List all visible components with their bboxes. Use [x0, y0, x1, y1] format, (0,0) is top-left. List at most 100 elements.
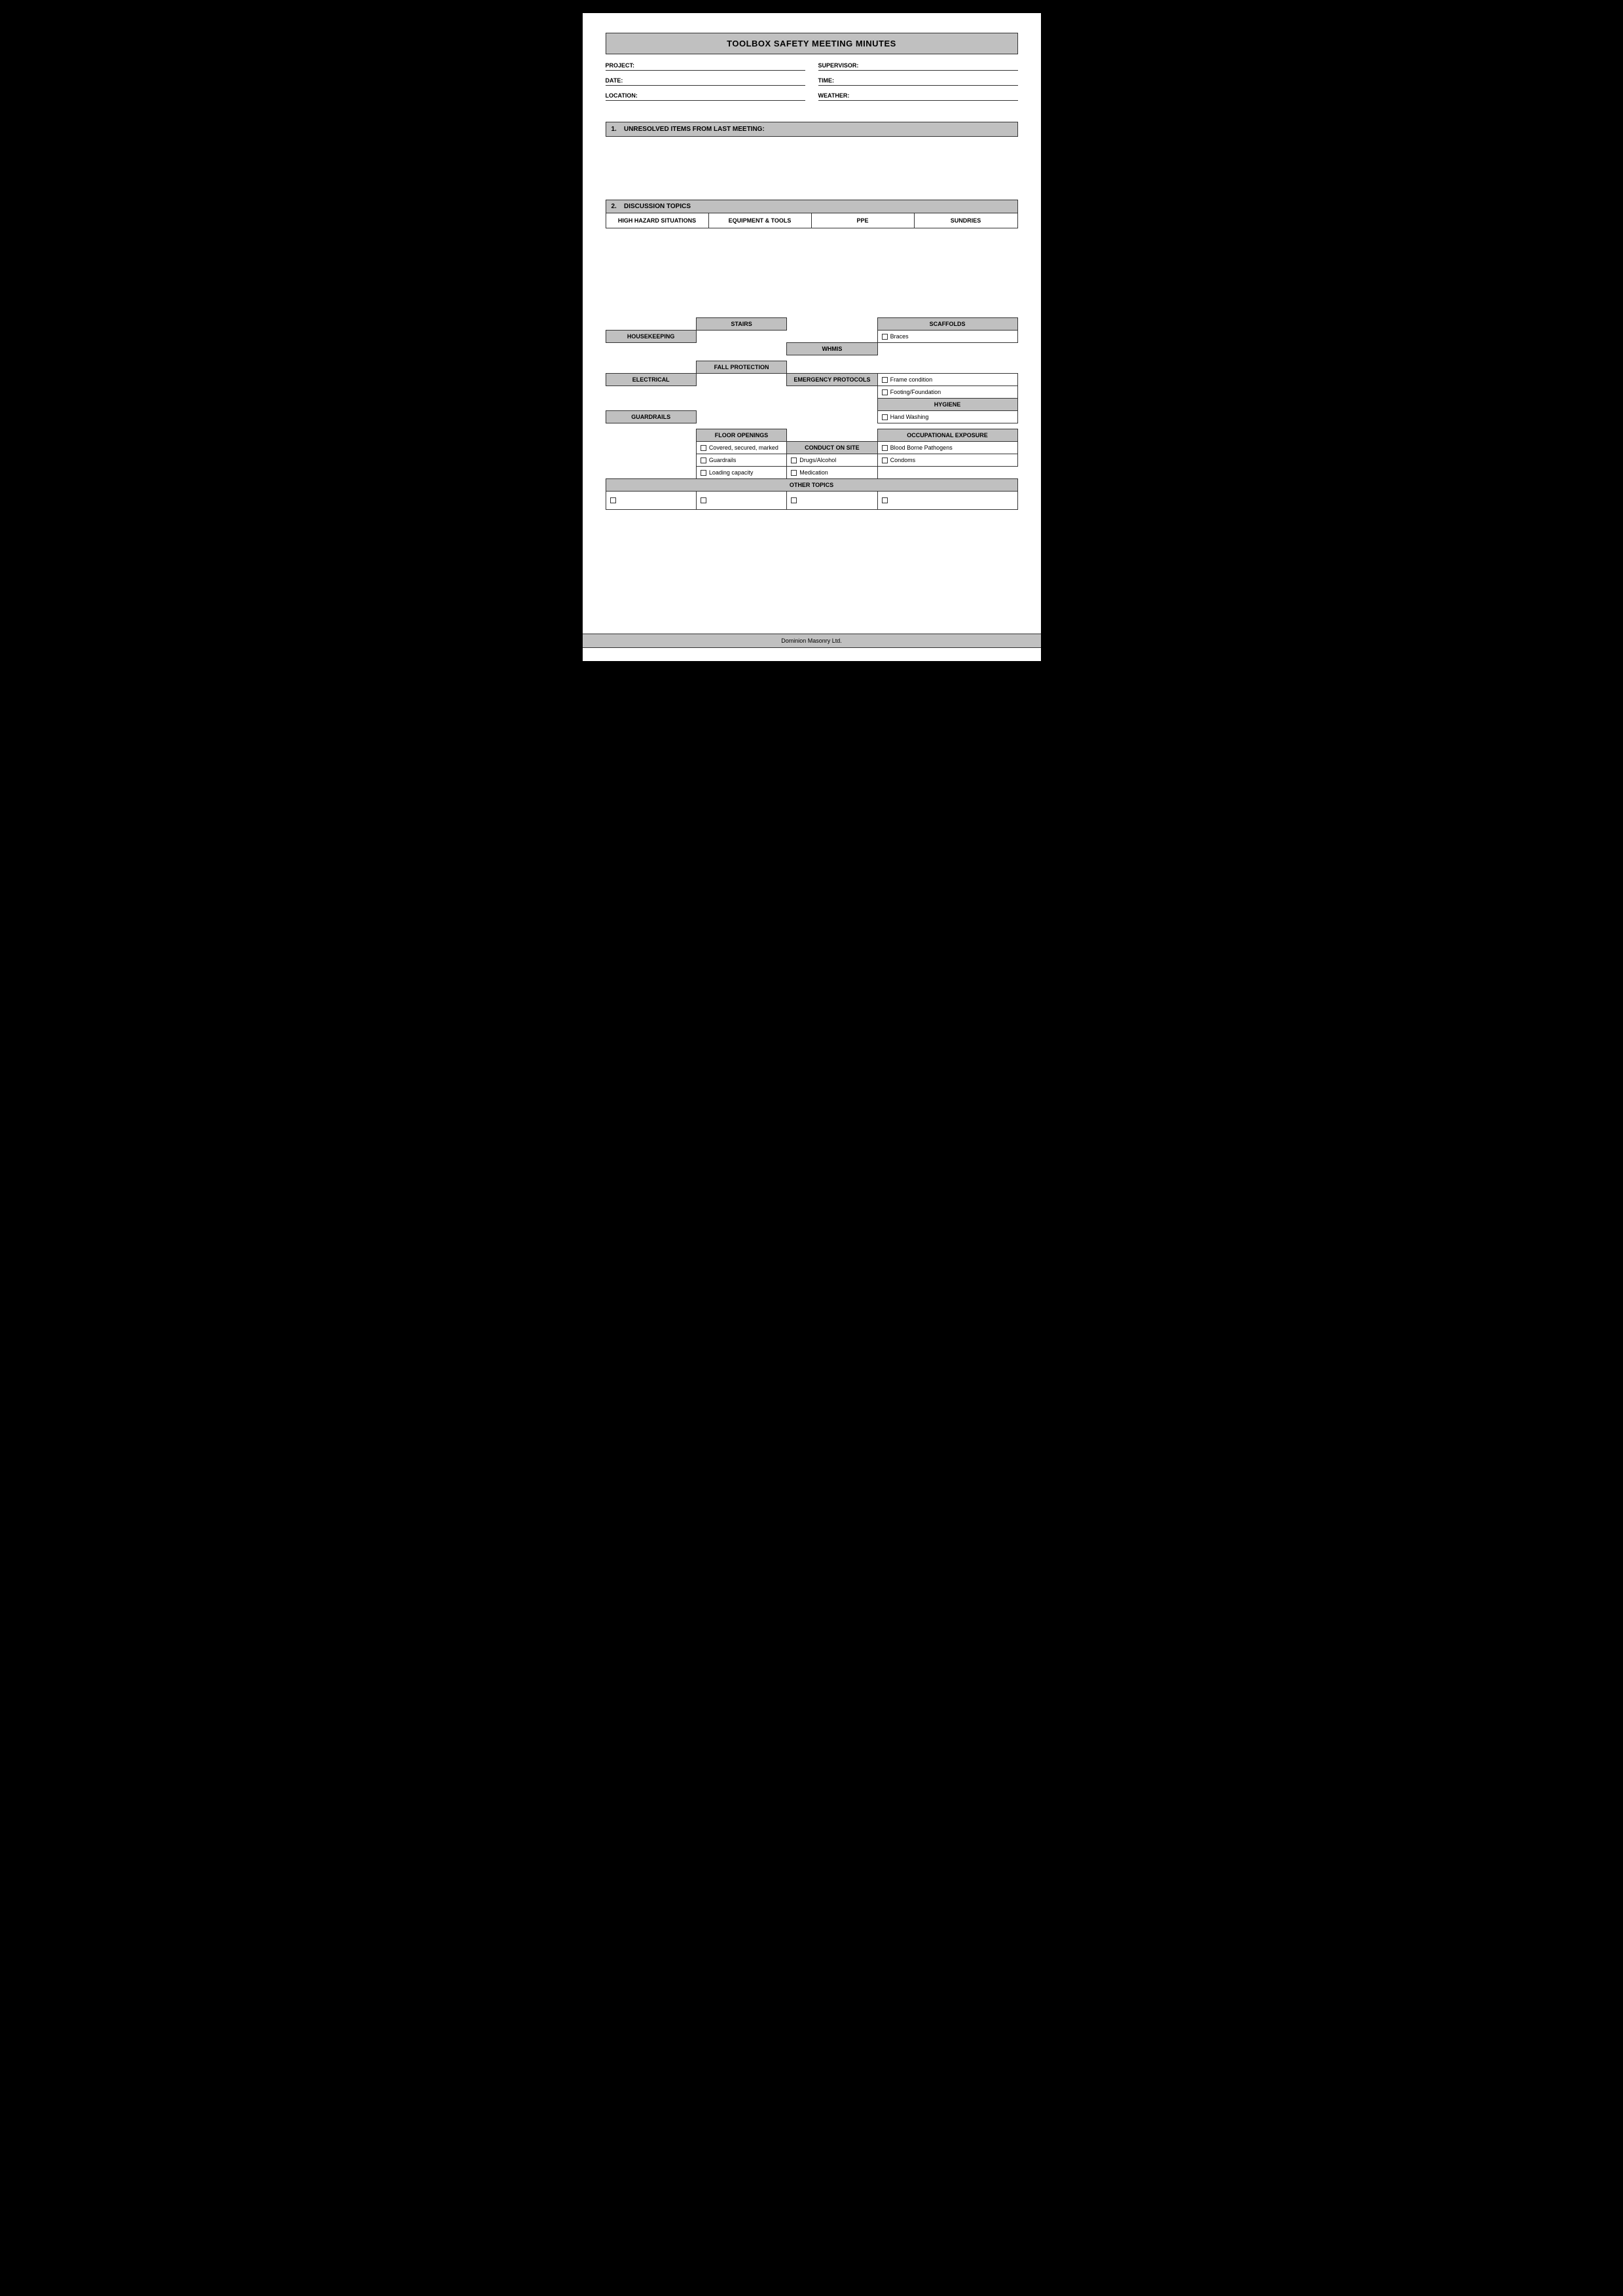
page: TOOLBOX SAFETY MEETING MINUTES PROJECT: … — [583, 13, 1041, 661]
unresolved-number: 1. — [611, 126, 617, 133]
other-2-item — [701, 497, 782, 503]
frame-condition-cell: Frame condition — [877, 374, 1017, 386]
unresolved-section-header: 1. UNRESOLVED ITEMS FROM LAST MEETING: — [606, 122, 1018, 137]
empty-cell-r4c4 — [877, 361, 1017, 374]
time-field: TIME: — [818, 76, 1018, 86]
medication-cell: Medication — [787, 467, 877, 479]
empty-cell-r3c2 — [696, 343, 786, 355]
header-fields: PROJECT: SUPERVISOR: DATE: TIME: LOCATIO… — [606, 61, 1018, 103]
empty-cell-r6c2 — [696, 386, 786, 399]
spacer-row-1 — [606, 355, 1017, 361]
conduct-header: CONDUCT ON SITE — [787, 442, 877, 454]
other-4-checkbox[interactable] — [882, 497, 888, 503]
hand-washing-cell: Hand Washing — [877, 411, 1017, 423]
discussion-col-3: PPE — [812, 213, 915, 228]
other-4-cell — [877, 492, 1017, 510]
footing-cell: Footing/Foundation — [877, 386, 1017, 399]
stairs-header: STAIRS — [696, 318, 786, 331]
empty-cell-r10c1 — [606, 442, 696, 454]
supervisor-label: SUPERVISOR: — [818, 62, 859, 69]
supervisor-field: SUPERVISOR: — [818, 61, 1018, 71]
other-2-checkbox[interactable] — [701, 497, 706, 503]
emergency-header: EMERGENCY PROTOCOLS — [787, 374, 877, 386]
condoms-item: Condoms — [882, 457, 1013, 463]
location-value — [640, 91, 805, 99]
drugs-checkbox[interactable] — [791, 457, 797, 463]
empty-cell-r7c1 — [606, 399, 696, 411]
other-3-cell — [787, 492, 877, 510]
condoms-cell: Condoms — [877, 454, 1017, 467]
time-label: TIME: — [818, 77, 835, 84]
frame-condition-checkbox[interactable] — [882, 377, 888, 383]
medication-checkbox[interactable] — [791, 470, 797, 476]
empty-cell-r8c2 — [696, 411, 786, 423]
drugs-cell: Drugs/Alcohol — [787, 454, 877, 467]
guardrails-item-checkbox[interactable] — [701, 457, 706, 463]
covered-item: Covered, secured, marked — [701, 444, 782, 451]
braces-label: Braces — [890, 333, 909, 340]
other-3-checkbox[interactable] — [791, 497, 797, 503]
scaffolds-header: SCAFFOLDS — [877, 318, 1017, 331]
medication-item: Medication — [791, 469, 873, 476]
guardrails-header: GUARDRAILS — [606, 411, 696, 423]
empty-cell-r12c1 — [606, 467, 696, 479]
drugs-label: Drugs/Alcohol — [799, 457, 836, 463]
main-grid-table: STAIRS SCAFFOLDS HOUSEKEEPING Braces — [606, 317, 1018, 510]
discussion-section: 2. DISCUSSION TOPICS HIGH HAZARD SITUATI… — [606, 200, 1018, 228]
unresolved-title: UNRESOLVED ITEMS FROM LAST MEETING: — [624, 126, 765, 133]
other-1-item — [610, 497, 692, 503]
blood-borne-label: Blood Borne Pathogens — [890, 444, 953, 451]
other-topics-header: OTHER TOPICS — [606, 479, 1017, 492]
footing-checkbox[interactable] — [882, 389, 888, 395]
loading-checkbox[interactable] — [701, 470, 706, 476]
footer-text: Dominion Masonry Ltd. — [781, 637, 842, 644]
other-4-item — [882, 497, 1013, 503]
footer-bar: Dominion Masonry Ltd. — [583, 634, 1041, 648]
empty-cell-r4c1 — [606, 361, 696, 374]
empty-cell-r9c1 — [606, 429, 696, 442]
occupational-header: OCCUPATIONAL EXPOSURE — [877, 429, 1017, 442]
drugs-item: Drugs/Alcohol — [791, 457, 873, 463]
page-title-bar: TOOLBOX SAFETY MEETING MINUTES — [606, 33, 1018, 54]
braces-checkbox[interactable] — [882, 334, 888, 340]
empty-cell-r12c4 — [877, 467, 1017, 479]
discussion-title: DISCUSSION TOPICS — [624, 203, 691, 210]
empty-cell-r5c2 — [696, 374, 786, 386]
housekeeping-header: HOUSEKEEPING — [606, 331, 696, 343]
hand-washing-item: Hand Washing — [882, 414, 1013, 420]
empty-cell-r3c4 — [877, 343, 1017, 355]
covered-cell: Covered, secured, marked — [696, 442, 786, 454]
empty-cell-r2c2 — [696, 331, 786, 343]
hand-washing-checkbox[interactable] — [882, 414, 888, 420]
time-value — [837, 76, 1018, 84]
blood-borne-checkbox[interactable] — [882, 445, 888, 451]
other-2-cell — [696, 492, 786, 510]
blood-borne-cell: Blood Borne Pathogens — [877, 442, 1017, 454]
empty-cell-r11c1 — [606, 454, 696, 467]
empty-cell-r2c3 — [787, 331, 877, 343]
condoms-label: Condoms — [890, 457, 916, 463]
hygiene-header: HYGIENE — [877, 399, 1017, 411]
unresolved-content-area — [606, 141, 1018, 193]
empty-cell-r9c3 — [787, 429, 877, 442]
date-label: DATE: — [606, 77, 623, 84]
blood-borne-item: Blood Borne Pathogens — [882, 444, 1013, 451]
empty-cell-r4c3 — [787, 361, 877, 374]
footing-label: Footing/Foundation — [890, 389, 941, 395]
empty-cell-r1c1 — [606, 318, 696, 331]
project-value — [637, 61, 805, 69]
loading-cell: Loading capacity — [696, 467, 786, 479]
other-3-item — [791, 497, 873, 503]
other-1-checkbox[interactable] — [610, 497, 616, 503]
footing-item: Footing/Foundation — [882, 389, 1013, 395]
covered-checkbox[interactable] — [701, 445, 706, 451]
project-label: PROJECT: — [606, 62, 635, 69]
location-field: LOCATION: — [606, 91, 805, 101]
discussion-col-2-label: EQUIPMENT & TOOLS — [729, 217, 792, 224]
frame-condition-label: Frame condition — [890, 376, 933, 383]
condoms-checkbox[interactable] — [882, 457, 888, 463]
discussion-number: 2. — [611, 203, 617, 210]
weather-value — [852, 91, 1017, 99]
discussion-header: 2. DISCUSSION TOPICS — [606, 200, 1018, 213]
discussion-col-4-label: SUNDRIES — [951, 217, 981, 224]
